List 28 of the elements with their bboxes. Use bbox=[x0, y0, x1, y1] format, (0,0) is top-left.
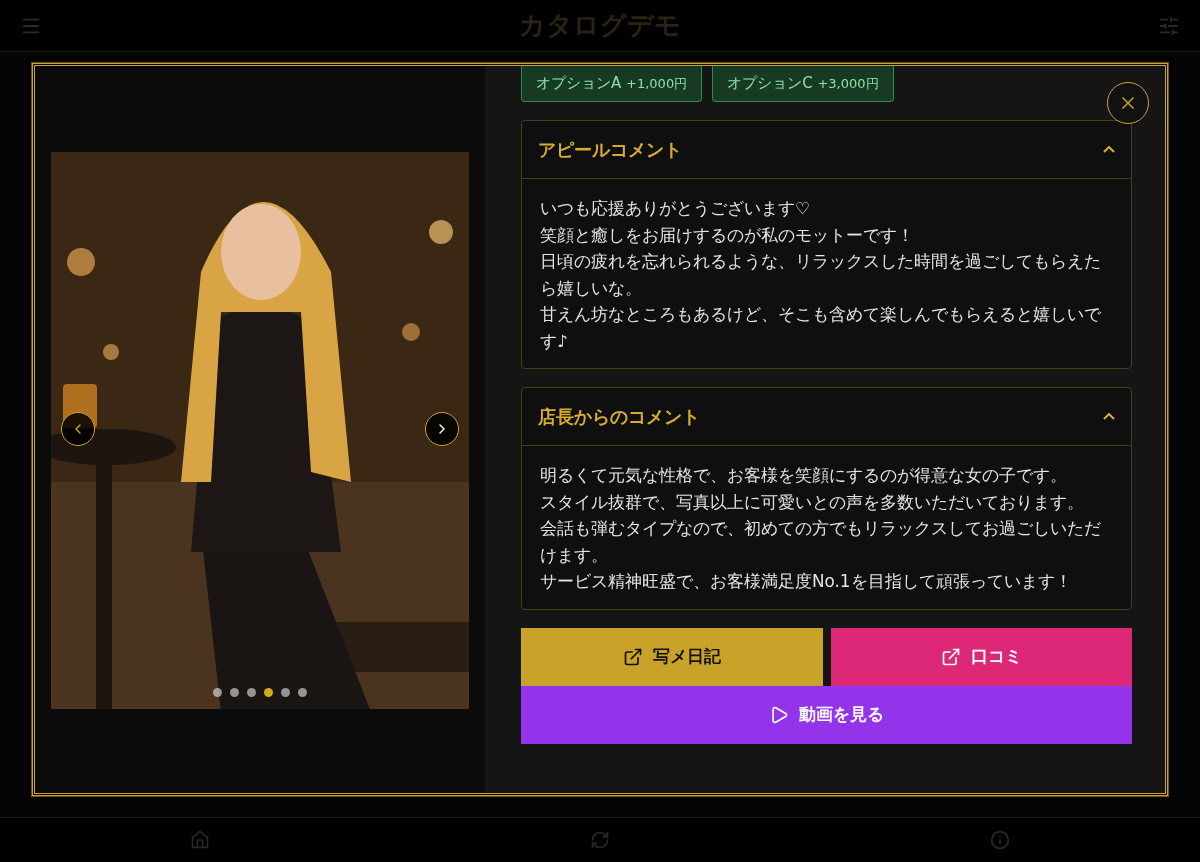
link-button[interactable]: 口コミ bbox=[830, 627, 1132, 686]
comment-text: 笑顔と癒しをお届けするのが私のモットーです！ bbox=[540, 223, 915, 247]
carousel-dot[interactable] bbox=[281, 688, 290, 697]
carousel-dot[interactable] bbox=[213, 688, 222, 697]
option-tag: オプションC +3,000円 bbox=[712, 66, 894, 102]
panel-title: 店長からのコメント bbox=[538, 404, 700, 429]
panel-header[interactable]: アピールコメント bbox=[522, 121, 1131, 179]
comment-text: 甘えん坊なところもあるけど、そこも含めて楽しんでもらえると嬉しいです♪ bbox=[540, 303, 1102, 353]
play-icon bbox=[769, 704, 789, 725]
option-tag: オプションA +1,000円 bbox=[521, 66, 703, 102]
collapse-icon bbox=[1103, 413, 1115, 420]
collapse-icon bbox=[1103, 146, 1115, 153]
comment-text: 明るくて元気な性格で、お客様を笑顔にするのが得意な女の子です。 bbox=[540, 464, 1068, 487]
comment-text: いつも応援ありがとうございます♡ bbox=[540, 197, 812, 220]
panel-header[interactable]: 店長からのコメント bbox=[522, 388, 1131, 446]
comment-text: スタイル抜群で、写真以上に可愛いとの声を多数いただいております。 bbox=[540, 490, 1085, 514]
video-button[interactable]: 動画を見る bbox=[521, 685, 1132, 744]
external-link-icon bbox=[622, 646, 643, 667]
external-link-icon bbox=[940, 646, 961, 667]
carousel-dot[interactable] bbox=[264, 688, 273, 697]
carousel-dot[interactable] bbox=[247, 688, 256, 697]
comment-text: 日頃の疲れを忘れられるような、リラックスした時間を過ごしてもらえたら嬉しいな。 bbox=[540, 250, 1102, 300]
link-button[interactable]: 写メ日記 bbox=[521, 627, 823, 686]
panel-title: アピールコメント bbox=[538, 137, 682, 162]
carousel-dot[interactable] bbox=[230, 688, 239, 697]
carousel-dot[interactable] bbox=[298, 688, 307, 697]
comment-text: 会話も弾むタイプなので、初めての方でもリラックスしてお過ごしいただけます。 bbox=[540, 517, 1102, 567]
comment-text: サービス精神旺盛で、お客様満足度No.1を目指して頑張っています！ bbox=[540, 570, 1073, 593]
